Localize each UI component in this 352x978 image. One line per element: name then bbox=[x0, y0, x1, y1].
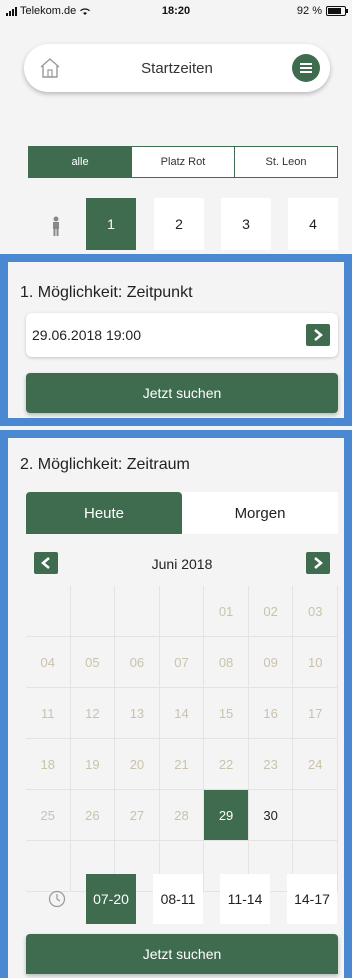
calendar-day-05: 05 bbox=[70, 637, 116, 688]
battery-percent: 92 % bbox=[296, 5, 322, 17]
calendar-day-11: 11 bbox=[26, 688, 71, 739]
calendar-day-01: 01 bbox=[204, 586, 249, 637]
calendar-day-13: 13 bbox=[115, 688, 160, 739]
calendar-day-20: 20 bbox=[115, 739, 160, 790]
calendar-day-21: 21 bbox=[159, 739, 205, 790]
chevron-right-icon[interactable] bbox=[306, 552, 330, 574]
course-option-alle[interactable]: alle bbox=[29, 147, 132, 177]
calendar-day-26: 26 bbox=[70, 790, 116, 841]
time-slot-14-17[interactable]: 14-17 bbox=[287, 874, 337, 924]
tab-morgen[interactable]: Morgen bbox=[182, 492, 338, 534]
person-icon bbox=[53, 216, 59, 236]
option-2-title: 2. Möglichkeit: Zeitraum bbox=[20, 456, 190, 473]
calendar-day-18: 18 bbox=[26, 739, 71, 790]
calendar-day-09: 09 bbox=[248, 637, 294, 688]
calendar-day-24: 24 bbox=[293, 739, 338, 790]
course-filter: alle Platz Rot St. Leon bbox=[28, 146, 338, 178]
calendar-day-07: 07 bbox=[159, 637, 205, 688]
time-slot-selector: 07-20 08-11 11-14 14-17 bbox=[26, 874, 338, 924]
month-navigation: Juni 2018 bbox=[26, 540, 338, 586]
calendar-day-06: 06 bbox=[115, 637, 160, 688]
hamburger-menu-icon[interactable] bbox=[292, 54, 320, 82]
day-tabs: Heute Morgen bbox=[26, 492, 338, 534]
calendar-empty-cell bbox=[26, 586, 71, 637]
search-now-button-1[interactable]: Jetzt suchen bbox=[26, 373, 338, 413]
page-title: Startzeiten bbox=[141, 60, 213, 77]
calendar-day-17: 17 bbox=[293, 688, 338, 739]
status-bar: Telekom.de 18:20 92 % bbox=[0, 0, 352, 22]
calendar-day-23: 23 bbox=[248, 739, 294, 790]
course-option-st-leon[interactable]: St. Leon bbox=[235, 147, 337, 177]
calendar-empty-cell bbox=[70, 586, 116, 637]
player-option-1[interactable]: 1 bbox=[86, 198, 136, 250]
calendar-day-10: 10 bbox=[293, 637, 338, 688]
calendar-day-28: 28 bbox=[159, 790, 205, 841]
battery-icon bbox=[326, 6, 348, 16]
time-slot-07-20[interactable]: 07-20 bbox=[86, 874, 136, 924]
player-option-3[interactable]: 3 bbox=[221, 198, 271, 250]
calendar-day-27: 27 bbox=[115, 790, 160, 841]
course-option-platz-rot[interactable]: Platz Rot bbox=[132, 147, 235, 177]
datetime-value: 29.06.2018 19:00 bbox=[32, 327, 141, 343]
calendar-day-14: 14 bbox=[159, 688, 205, 739]
calendar-day-22: 22 bbox=[204, 739, 249, 790]
calendar-empty-cell bbox=[293, 790, 338, 841]
clock-icon bbox=[48, 890, 66, 908]
calendar-day-04: 04 bbox=[26, 637, 71, 688]
time-slot-11-14[interactable]: 11-14 bbox=[220, 874, 270, 924]
calendar-day-12: 12 bbox=[70, 688, 116, 739]
calendar-day-08: 08 bbox=[204, 637, 249, 688]
datetime-field[interactable]: 29.06.2018 19:00 bbox=[26, 313, 338, 357]
calendar-day-03: 03 bbox=[293, 586, 338, 637]
player-option-2[interactable]: 2 bbox=[154, 198, 204, 250]
chevron-right-icon[interactable] bbox=[306, 324, 330, 346]
calendar-empty-cell bbox=[159, 586, 205, 637]
calendar-day-16: 16 bbox=[248, 688, 294, 739]
calendar-day-02: 02 bbox=[248, 586, 294, 637]
calendar-grid: 01 02 03 04 05 06 07 08 09 10 11 12 13 14 15 16 17 18 19 20… bbox=[26, 586, 338, 892]
search-now-button-2[interactable]: Jetzt suchen bbox=[26, 934, 338, 974]
player-count-selector: 1 2 3 4 bbox=[28, 198, 338, 250]
time-slot-08-11[interactable]: 08-11 bbox=[153, 874, 203, 924]
month-label: Juni 2018 bbox=[151, 556, 213, 572]
calendar-day-29[interactable]: 29 bbox=[204, 790, 249, 841]
calendar-day-15: 15 bbox=[204, 688, 249, 739]
calendar-day-19: 19 bbox=[70, 739, 116, 790]
calendar-empty-cell bbox=[115, 586, 160, 637]
calendar-day-30[interactable]: 30 bbox=[248, 790, 294, 841]
calendar-day-25: 25 bbox=[26, 790, 71, 841]
top-nav: Startzeiten bbox=[24, 44, 330, 92]
tab-heute[interactable]: Heute bbox=[26, 492, 182, 534]
option-1-title: 1. Möglichkeit: Zeitpunkt bbox=[20, 284, 193, 301]
player-option-4[interactable]: 4 bbox=[288, 198, 338, 250]
